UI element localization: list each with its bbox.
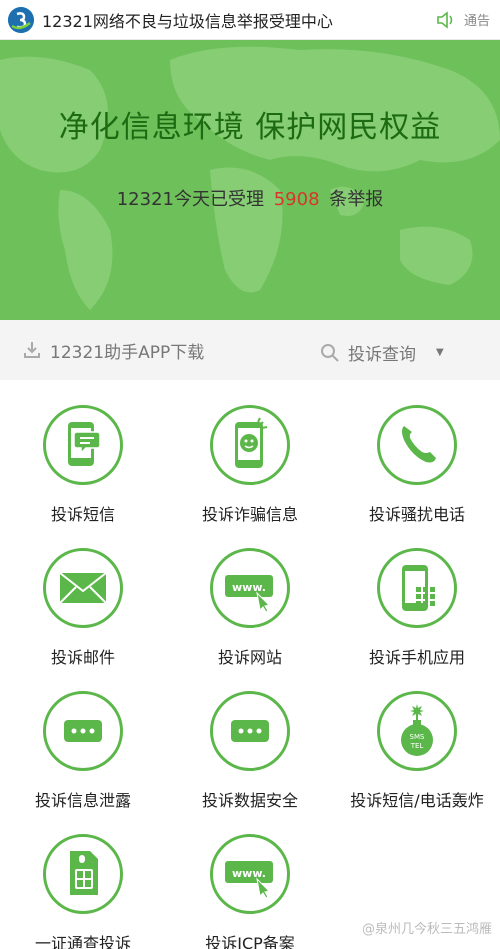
grid-item-label: 投诉数据安全 <box>201 791 298 810</box>
grid-item-label: 投诉信息泄露 <box>34 791 131 810</box>
scam-icon <box>210 405 290 485</box>
speaker-icon <box>437 10 453 29</box>
chevron-down-icon: ▼ <box>436 347 444 358</box>
stat-prefix: 12321今天已受理 <box>116 189 264 210</box>
grid-item-label: 投诉网站 <box>217 648 282 667</box>
data-security-icon <box>210 691 290 771</box>
info-leak-icon <box>43 691 123 771</box>
download-icon <box>24 342 40 358</box>
grid-item-sms-bomb[interactable]: SMS TEL 投诉短信/电话轰炸 <box>334 691 500 811</box>
grid-item-phone[interactable]: 投诉骚扰电话 <box>334 405 500 525</box>
grid-item-label: 投诉短信/电话轰炸 <box>350 791 484 810</box>
complaint-query-dropdown[interactable]: 投诉查询 ▼ <box>320 340 444 365</box>
svg-text:www.: www. <box>232 867 266 880</box>
12321-logo-icon <box>8 6 34 33</box>
grid-item-mobile-app[interactable]: 投诉手机应用 <box>334 548 500 668</box>
download-label: 12321助手APP下载 <box>50 342 205 363</box>
svg-text:SMS: SMS <box>410 733 425 741</box>
mobile-app-icon <box>377 548 457 628</box>
notice-button[interactable]: 通告 <box>436 10 490 29</box>
sms-bomb-icon: SMS TEL <box>377 691 457 771</box>
sms-icon <box>43 405 123 485</box>
grid-item-label: 投诉ICP备案 <box>205 934 295 949</box>
grid-item-icp[interactable]: www. 投诉ICP备案 <box>167 834 333 949</box>
grid-item-sim-card[interactable]: 一证通查投诉 <box>0 834 166 949</box>
page-title: 12321网络不良与垃圾信息举报受理中心 <box>42 11 333 31</box>
website-icon: www. <box>210 548 290 628</box>
grid-item-label: 投诉骚扰电话 <box>368 505 465 524</box>
grid-item-info-leak[interactable]: 投诉信息泄露 <box>0 691 166 811</box>
phone-icon <box>377 405 457 485</box>
grid-item-label: 投诉短信 <box>50 505 115 524</box>
grid-item-label: 投诉手机应用 <box>368 648 465 667</box>
grid-item-data-security[interactable]: 投诉数据安全 <box>167 691 333 811</box>
svg-text:TEL: TEL <box>410 742 424 750</box>
toolbar: 12321助手APP下载 投诉查询 ▼ <box>0 320 500 380</box>
grid-item-website[interactable]: www. 投诉网站 <box>167 548 333 668</box>
sim-card-icon <box>43 834 123 914</box>
grid-item-sms[interactable]: 投诉短信 <box>0 405 166 525</box>
hero-banner: 净化信息环境 保护网民权益 12321今天已受理 5908 条举报 <box>0 40 500 320</box>
query-label: 投诉查询 <box>348 345 416 365</box>
stat-count: 5908 <box>273 189 320 210</box>
grid-item-scam[interactable]: 投诉诈骗信息 <box>167 405 333 525</box>
notice-label: 通告 <box>463 14 490 29</box>
icp-icon: www. <box>210 834 290 914</box>
search-icon <box>321 343 339 362</box>
mail-icon <box>43 548 123 628</box>
svg-text:www.: www. <box>232 581 266 594</box>
app-download-link[interactable]: 12321助手APP下载 <box>22 338 204 363</box>
banner-slogan: 净化信息环境 保护网民权益 <box>58 110 442 145</box>
banner-stat: 12321今天已受理 5908 条举报 <box>0 185 500 211</box>
stat-suffix: 条举报 <box>329 189 384 210</box>
app-header: 12321网络不良与垃圾信息举报受理中心 通告 <box>0 0 500 40</box>
grid-item-label: 投诉邮件 <box>50 648 115 667</box>
grid-item-label: 一证通查投诉 <box>34 934 131 949</box>
grid-item-label: 投诉诈骗信息 <box>201 505 298 524</box>
watermark-text: @泉州几今秋三五鸿雁 <box>361 922 492 937</box>
world-map-graphic <box>0 40 500 320</box>
grid-item-mail[interactable]: 投诉邮件 <box>0 548 166 668</box>
